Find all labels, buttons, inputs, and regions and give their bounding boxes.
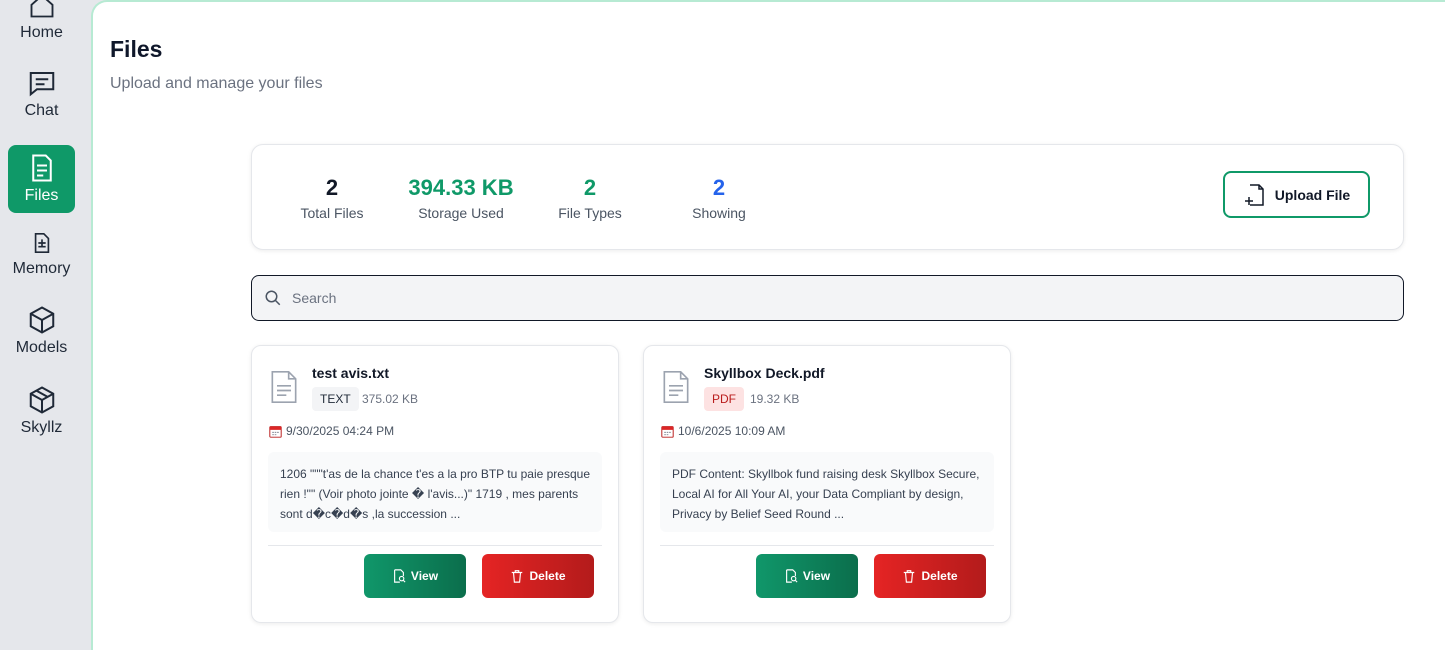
stats-card: 2 Total Files 394.33 KB Storage Used 2 F… xyxy=(251,144,1404,250)
sidebar-item-label: Models xyxy=(15,339,68,356)
divider xyxy=(268,545,602,546)
memory-icon xyxy=(34,233,49,253)
chat-icon xyxy=(29,72,54,97)
sidebar-item-label: Chat xyxy=(24,102,59,119)
sidebar-item-label: Home xyxy=(20,24,63,41)
stat-showing: 2 Showing xyxy=(649,175,789,221)
page-subtitle: Upload and manage your files xyxy=(110,75,323,92)
stat-value: 2 xyxy=(712,175,726,200)
delete-label: Delete xyxy=(921,569,958,583)
file-size: 375.02 KB xyxy=(362,392,419,406)
sidebar-item-label: Memory xyxy=(12,260,71,277)
view-button[interactable]: View xyxy=(364,554,466,598)
file-plus-icon xyxy=(1244,183,1264,206)
file-preview: 1206 """t'as de la chance t'es a la pro … xyxy=(268,452,602,532)
file-date-text: 9/30/2025 04:24 PM xyxy=(286,424,395,438)
stat-storage-used: 394.33 KB Storage Used xyxy=(391,175,531,221)
stat-label: File Types xyxy=(558,205,622,221)
sidebar-item-label: Files xyxy=(24,187,59,204)
delete-label: Delete xyxy=(529,569,566,583)
sidebar-item-memory[interactable]: Memory xyxy=(8,232,75,286)
file-name: test avis.txt xyxy=(312,365,390,381)
sidebar-item-home[interactable]: Home xyxy=(8,0,75,42)
calendar-icon xyxy=(661,425,674,438)
page-title: Files xyxy=(110,36,163,62)
skyllz-icon xyxy=(29,386,54,414)
stat-label: Showing xyxy=(692,205,746,221)
file-search-icon xyxy=(393,569,406,583)
delete-button[interactable]: Delete xyxy=(482,554,594,598)
view-label: View xyxy=(802,569,831,583)
file-preview: PDF Content: Skyllbok fund raising desk … xyxy=(660,452,994,532)
file-type-badge: PDF xyxy=(704,387,744,411)
stat-file-types: 2 File Types xyxy=(520,175,660,221)
view-button[interactable]: View xyxy=(756,554,858,598)
file-card: Skyllbox Deck.pdf PDF 19.32 KB 10/6/2025… xyxy=(643,345,1011,623)
file-search-icon xyxy=(785,569,798,583)
calendar-icon xyxy=(269,425,282,438)
stat-total-files: 2 Total Files xyxy=(262,175,402,221)
sidebar-item-chat[interactable]: Chat xyxy=(8,68,75,124)
sidebar-item-models[interactable]: Models xyxy=(8,305,75,361)
upload-file-label: Upload File xyxy=(1274,186,1351,203)
upload-file-button[interactable]: Upload File xyxy=(1223,171,1370,218)
stat-value: 2 xyxy=(583,175,597,200)
search-bar xyxy=(251,275,1404,321)
file-date: 9/30/2025 04:24 PM xyxy=(269,424,394,438)
sidebar-item-skyllz[interactable]: Skyllz xyxy=(8,385,75,441)
stat-value: 394.33 KB xyxy=(408,175,514,200)
file-name: Skyllbox Deck.pdf xyxy=(704,365,825,381)
file-size: 19.32 KB xyxy=(750,392,800,406)
divider xyxy=(660,545,994,546)
sidebar: Home Chat Files Memory Models Skyllz xyxy=(0,0,84,650)
stat-label: Total Files xyxy=(300,205,364,221)
trash-icon xyxy=(904,570,915,583)
delete-button[interactable]: Delete xyxy=(874,554,986,598)
view-label: View xyxy=(410,569,439,583)
search-input[interactable] xyxy=(292,290,1292,306)
file-card: test avis.txt TEXT 375.02 KB 9/30/2025 0… xyxy=(251,345,619,623)
document-icon xyxy=(271,371,297,403)
main-panel: Files Upload and manage your files 2 Tot… xyxy=(91,0,1445,650)
stat-value: 2 xyxy=(325,175,339,200)
stat-label: Storage Used xyxy=(418,205,504,221)
models-icon xyxy=(29,306,54,334)
document-icon xyxy=(663,371,689,403)
files-icon xyxy=(31,154,52,182)
file-type-badge: TEXT xyxy=(312,387,359,411)
search-icon xyxy=(265,290,281,306)
sidebar-item-files[interactable]: Files xyxy=(8,145,75,213)
trash-icon xyxy=(512,570,523,583)
sidebar-item-label: Skyllz xyxy=(20,419,63,436)
file-date: 10/6/2025 10:09 AM xyxy=(661,424,785,438)
file-date-text: 10/6/2025 10:09 AM xyxy=(678,424,786,438)
home-icon xyxy=(30,0,53,18)
